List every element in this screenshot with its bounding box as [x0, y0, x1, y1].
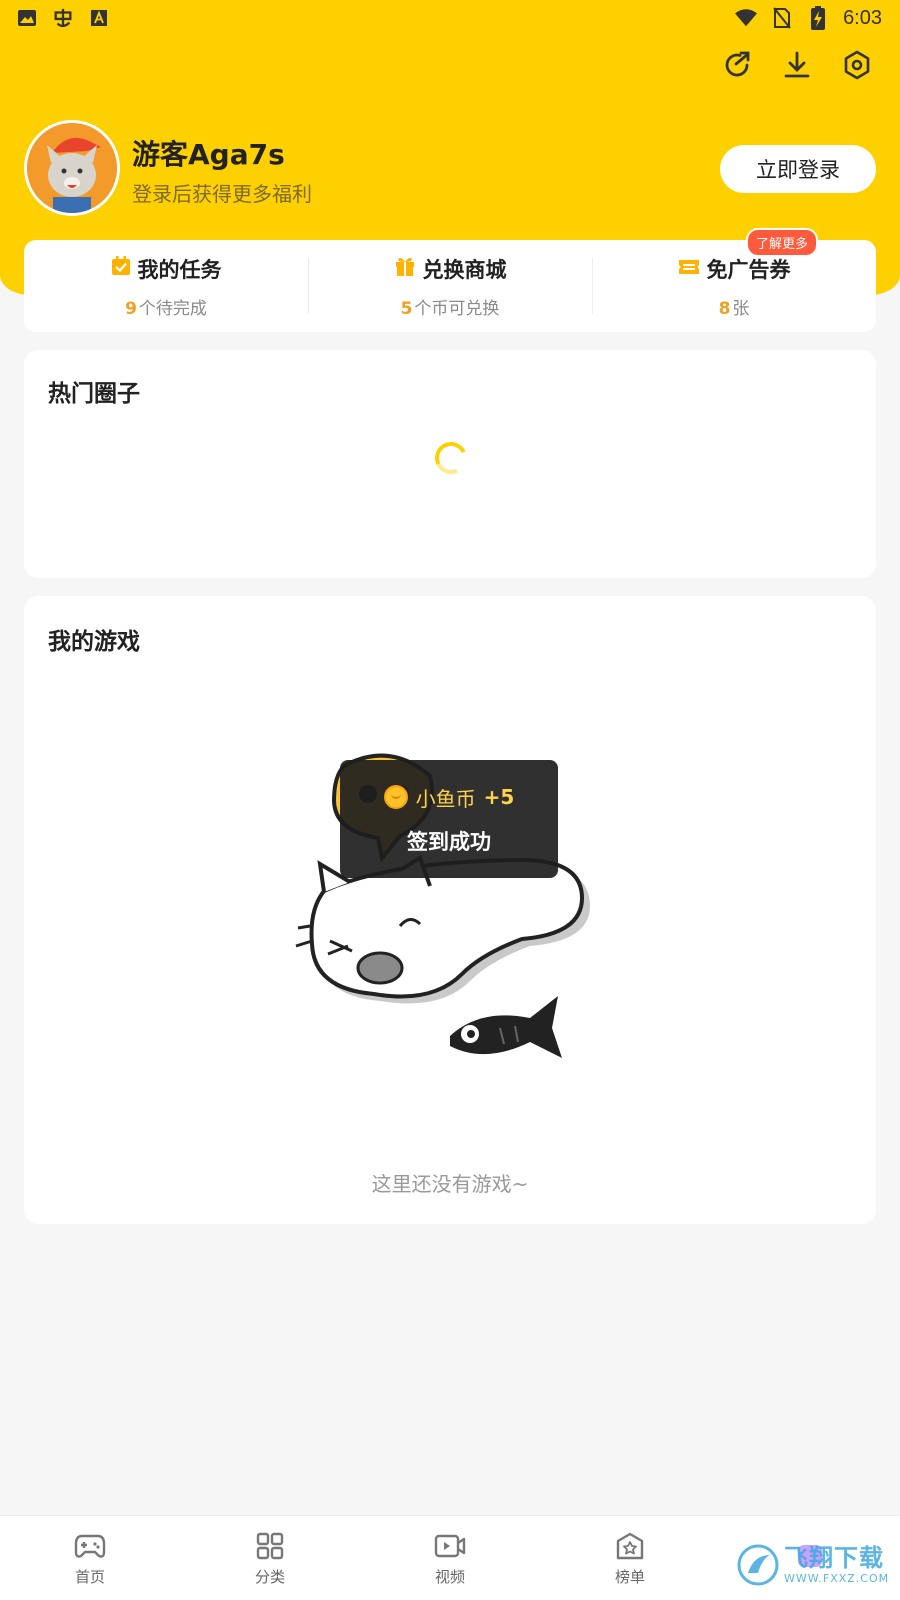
nav-label: 榜单 [614, 1567, 645, 1586]
stat-suffix: 个待完成 [138, 298, 207, 319]
nav-category[interactable]: 分类 [180, 1516, 360, 1600]
share-refresh-icon[interactable] [720, 48, 754, 82]
hot-circles-card: 热门圈子 [24, 350, 876, 578]
nav-label: 视频 [434, 1567, 465, 1586]
gamepad-icon [73, 1530, 107, 1562]
my-games-title: 我的游戏 [48, 629, 140, 655]
task-icon [111, 256, 131, 281]
nav-video[interactable]: 视频 [360, 1516, 540, 1600]
settings-icon[interactable] [840, 48, 874, 82]
loading-spinner-icon [430, 437, 472, 479]
coin-label: 小鱼币 [415, 786, 476, 811]
stat-count: 9 [125, 298, 137, 319]
watermark-sub: WWW.FXXZ.COM [784, 1572, 890, 1585]
stat-exchange-mall[interactable]: 兑换商城 5 个币可兑换 [308, 240, 592, 332]
a-box-icon [88, 7, 110, 29]
bug-app-icon [52, 7, 74, 29]
login-button[interactable]: 立即登录 [720, 145, 876, 193]
grid-icon [253, 1530, 287, 1562]
checkin-toast: 小鱼币 +5 签到成功 [340, 760, 558, 878]
empty-games-text: 这里还没有游戏~ [371, 1172, 529, 1196]
battery-charging-icon [807, 6, 829, 30]
ranking-icon [613, 1530, 647, 1562]
coin-amount: +5 [483, 785, 515, 809]
my-games-card: 我的游戏 这里还没有游戏~ [24, 596, 876, 1224]
nav-label: 首页 [74, 1567, 105, 1586]
watermark-logo-icon [737, 1544, 779, 1586]
nav-label: 分类 [254, 1567, 285, 1586]
ticket-icon [678, 257, 700, 281]
stats-card: 我的任务 9 个待完成 兑换商城 5 个币可兑换 了解更多 免广告券 8张 [24, 228, 876, 332]
gift-icon [394, 255, 416, 282]
stat-title: 兑换商城 [422, 257, 507, 282]
stat-count: 8 [718, 298, 731, 319]
download-icon[interactable] [780, 48, 814, 82]
stat-title: 免广告券 [706, 257, 791, 282]
stat-title: 我的任务 [137, 257, 222, 282]
watermark-main: 飞翔下载 [784, 1544, 884, 1572]
stat-ad-free-coupons[interactable]: 了解更多 免广告券 8张 [592, 228, 876, 332]
toast-message: 签到成功 [407, 829, 491, 854]
stat-my-tasks[interactable]: 我的任务 9 个待完成 [24, 240, 308, 332]
top-actions [720, 48, 874, 82]
no-sim-icon [771, 7, 793, 29]
learn-more-badge[interactable]: 了解更多 [745, 228, 818, 257]
hot-circles-title: 热门圈子 [48, 381, 140, 407]
stat-count: 5 [400, 298, 413, 319]
nav-home[interactable]: 首页 [0, 1516, 180, 1600]
video-icon [433, 1530, 467, 1562]
status-bar: 6:03 [0, 0, 900, 36]
avatar[interactable] [24, 120, 120, 216]
status-time: 6:03 [843, 6, 882, 29]
image-icon [16, 7, 38, 29]
nav-ranking[interactable]: 榜单 [540, 1516, 720, 1600]
stat-suffix: 张 [732, 298, 750, 319]
stat-suffix: 个币可兑换 [414, 298, 500, 319]
watermark: 飞翔下载 WWW.FXXZ.COM [736, 1538, 894, 1592]
user-subtitle: 登录后获得更多福利 [132, 182, 312, 206]
coin-icon [383, 785, 408, 809]
wifi-icon [735, 7, 758, 29]
username: 游客Aga7s [132, 138, 285, 171]
